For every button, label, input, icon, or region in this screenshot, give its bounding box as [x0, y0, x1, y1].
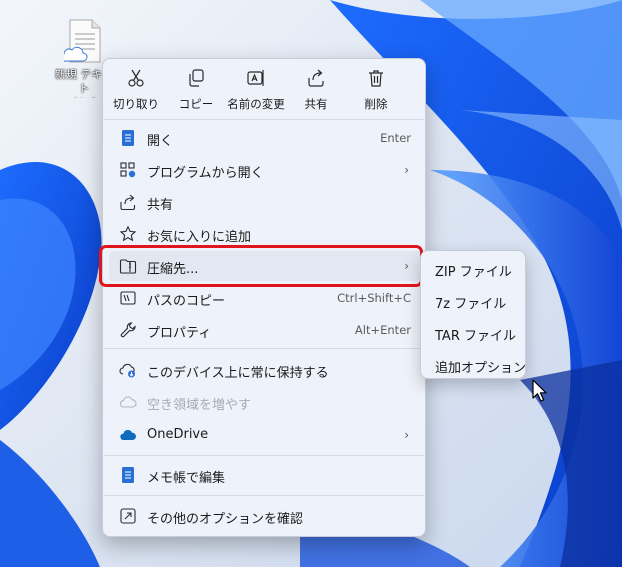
shortcut-text: Enter	[380, 131, 411, 145]
notepad-icon	[122, 130, 134, 146]
menu-item-copy-path[interactable]: パスのコピー Ctrl+Shift+C	[109, 283, 421, 313]
copy-label: コピー	[178, 97, 214, 111]
menu-item-label: パスのコピー	[147, 294, 226, 309]
rename-button[interactable]: 名前の変更	[225, 67, 287, 115]
separator	[104, 348, 424, 349]
menu-item-label: プロパティ	[147, 326, 212, 341]
copy-icon	[189, 69, 204, 87]
text-document-icon	[64, 19, 101, 63]
share-toolbar-label: 共有	[304, 97, 328, 111]
cut-button[interactable]: 切り取り	[105, 67, 167, 115]
compress-submenu: ZIP ファイル 7z ファイル TAR ファイル 追加オプション	[420, 250, 526, 379]
separator	[104, 119, 424, 120]
cloud-icon	[119, 396, 137, 408]
share-toolbar-button[interactable]: 共有	[285, 67, 347, 115]
menu-item-label: 共有	[147, 198, 174, 213]
menu-item-label: お気に入りに追加	[147, 230, 252, 245]
menu-item-onedrive[interactable]: OneDrive ›	[109, 420, 421, 450]
submenu-item-tar[interactable]: TAR ファイル	[435, 325, 516, 344]
separator	[104, 455, 424, 456]
submenu-item-zip[interactable]: ZIP ファイル	[435, 261, 512, 280]
menu-item-properties[interactable]: プロパティ Alt+Enter	[109, 315, 421, 345]
notepad-icon	[122, 467, 134, 483]
menu-item-open[interactable]: 開く Enter	[109, 123, 421, 153]
menu-item-label: OneDrive	[147, 427, 209, 442]
rename-icon	[247, 70, 264, 86]
menu-item-show-more-options[interactable]: その他のオプションを確認	[109, 501, 421, 531]
menu-item-keep-on-device[interactable]: このデバイス上に常に保持する	[109, 355, 421, 385]
copy-button[interactable]: コピー	[165, 67, 227, 115]
chevron-right-icon: ›	[404, 428, 409, 442]
menu-item-share[interactable]: 共有	[109, 187, 421, 217]
mouse-cursor-icon	[532, 379, 547, 402]
delete-button[interactable]: 削除	[345, 67, 407, 115]
menu-item-free-up-space: 空き領域を増やす	[109, 387, 421, 417]
trash-icon	[369, 70, 383, 87]
menu-item-label: メモ帳で編集	[147, 471, 226, 486]
shortcut-text: Alt+Enter	[354, 323, 411, 337]
chevron-right-icon: ›	[404, 163, 409, 177]
menu-item-label: 開く	[147, 134, 174, 149]
copy-path-icon	[120, 291, 136, 305]
menu-item-label: 空き領域を増やす	[147, 398, 252, 413]
menu-item-label: プログラムから開く	[147, 166, 264, 181]
cut-label: 切り取り	[113, 97, 159, 111]
wrench-icon	[120, 322, 136, 338]
menu-toolbar: 切り取り コピー 名前の変更 共有 削除	[103, 59, 425, 117]
onedrive-cloud-icon	[120, 429, 137, 440]
shortcut-text: Ctrl+Shift+C	[337, 291, 411, 305]
rename-label: 名前の変更	[227, 97, 285, 111]
scissors-icon	[128, 69, 144, 87]
star-icon	[119, 225, 137, 242]
submenu-item-7z[interactable]: 7z ファイル	[435, 293, 506, 312]
share-icon	[120, 194, 136, 211]
context-menu: 切り取り コピー 名前の変更 共有 削除 開く Enter プログラムから開く …	[102, 58, 426, 537]
highlight-box	[99, 245, 423, 287]
cloud-download-icon	[119, 363, 135, 378]
separator	[104, 495, 424, 496]
menu-item-label: このデバイス上に常に保持する	[147, 366, 329, 381]
share-icon	[308, 69, 324, 87]
menu-item-edit-in-notepad[interactable]: メモ帳で編集	[109, 460, 421, 490]
delete-label: 削除	[364, 97, 388, 111]
submenu-item-additional-options[interactable]: 追加オプション	[435, 357, 526, 376]
more-options-icon	[120, 508, 136, 524]
menu-item-label: その他のオプションを確認	[147, 512, 304, 527]
menu-item-open-with[interactable]: プログラムから開く ›	[109, 155, 421, 185]
open-with-icon	[120, 162, 136, 178]
